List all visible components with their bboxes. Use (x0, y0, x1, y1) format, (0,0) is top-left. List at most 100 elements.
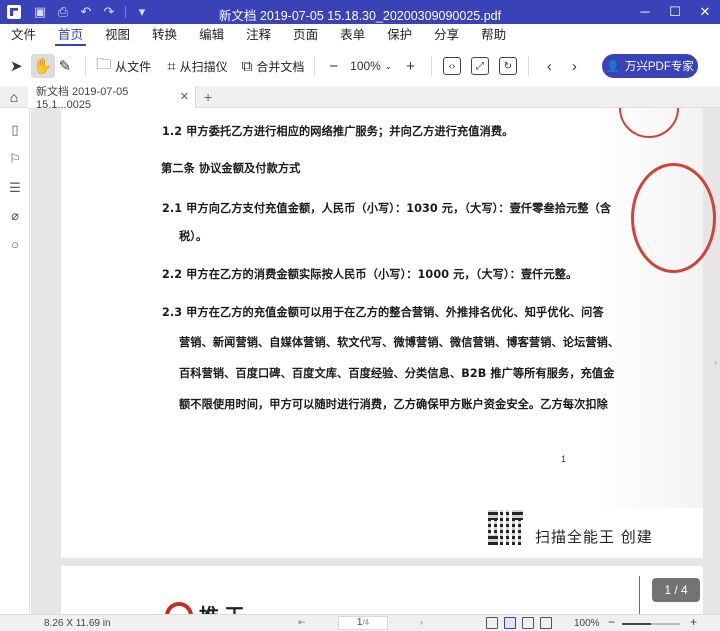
document-tab-label: 新文档 2019-07-05 15.1...0025 (36, 85, 129, 111)
first-page-icon[interactable]: ⇤ (298, 617, 306, 628)
bookmark-icon[interactable]: ⚐ (7, 151, 23, 167)
edit-tool-button[interactable]: ✎ (55, 53, 80, 79)
window-controls: ─ ☐ ✕ (630, 0, 720, 24)
continuous-view-icon[interactable] (504, 617, 516, 629)
qr-code-pattern (488, 510, 523, 545)
zoom-value: 100% (350, 59, 381, 73)
folder-add-icon: 🗀 (96, 55, 112, 73)
brand-button-label: 万兴PDF专家 (624, 61, 694, 73)
status-zoom-in-icon[interactable]: + (690, 615, 697, 629)
page-footer-number: 1 (561, 454, 567, 464)
toolbar-scroll-right[interactable]: › (568, 53, 585, 79)
merge-icon: ⧉ (241, 57, 253, 75)
toolbar-divider (85, 56, 87, 76)
maximize-icon[interactable]: ☐ (660, 0, 690, 24)
merge-label: 合并文档 (256, 59, 305, 74)
fit-page-icon[interactable]: ⤢ (470, 57, 489, 75)
toolbar-divider (430, 56, 432, 76)
page-number-input[interactable]: 1/4 (338, 616, 388, 630)
from-scanner-button[interactable]: ⌗ 从扫描仪 (163, 53, 231, 79)
left-sidebar: ▯ ⚐ ☰ ⌀ ○ › (0, 108, 36, 614)
document-tab-bar: ⌂ 新文档 2019-07-05 15.1...0025 ✕ + (0, 85, 720, 111)
new-tab-icon[interactable]: + (204, 89, 212, 105)
red-seal-stamp (631, 163, 716, 273)
two-page-continuous-view-icon[interactable] (540, 617, 552, 629)
zoom-out-button[interactable]: − (321, 53, 346, 79)
pdf-page-1: 1.2 甲方委托乙方进行相应的网络推广服务；并向乙方进行充值消费。 第二条 协议… (61, 108, 716, 558)
ribbon-toolbar: ➤ ✋ ✎ 🗀 从文件 ⌗ 从扫描仪 ⧉ 合并文档 − 100% ⌄ + ‹› … (0, 46, 720, 86)
edit-pen-icon: ✎ (58, 58, 72, 75)
doc-line: 税）。 (179, 230, 208, 243)
close-icon[interactable]: ✕ (690, 0, 720, 24)
doc-line: 2.2 甲方在乙方的消费金额实际按人民币（小写）：1000 元，（大写）：壹仟元… (162, 268, 578, 281)
rotate-icon[interactable]: ↻ (498, 57, 517, 75)
merge-documents-button[interactable]: ⧉ 合并文档 (238, 53, 309, 79)
comments-icon[interactable]: ☰ (7, 180, 23, 196)
menu-page[interactable]: 页面 (282, 24, 329, 46)
hand-tool-button[interactable]: ✋ (30, 54, 55, 78)
doc-line: 1.2 甲方委托乙方进行相应的网络推广服务；并向乙方进行充值消费。 (162, 125, 514, 138)
from-scanner-label: 从扫描仪 (179, 59, 228, 74)
page2-red-line (639, 576, 640, 614)
menu-help[interactable]: 帮助 (470, 24, 517, 46)
menu-comment[interactable]: 注释 (235, 24, 282, 46)
doc-line: 2.1 甲方向乙方支付充值金额，人民币（小写）：1030 元，（大写）：壹仟零叁… (162, 202, 612, 215)
user-icon: 👤 (606, 60, 620, 73)
zoom-in-button[interactable]: + (396, 53, 425, 79)
document-tab[interactable]: 新文档 2019-07-05 15.1...0025 ✕ (28, 85, 196, 111)
single-page-view-icon[interactable] (486, 617, 498, 629)
select-tool-button[interactable]: ➤ (6, 53, 31, 79)
menu-form[interactable]: 表单 (329, 24, 376, 46)
menu-home[interactable]: 首页 (47, 24, 94, 46)
from-file-button[interactable]: 🗀 从文件 (92, 53, 155, 79)
menu-file[interactable]: 文件 (0, 24, 47, 46)
fit-width-icon[interactable]: ‹› (442, 57, 461, 75)
doc-line: 百科营销、百度口碑、百度文库、百度经验、分类信息、B2B 推广等所有服务，充值金 (179, 367, 615, 380)
hand-icon: ✋ (33, 58, 52, 75)
menu-protect[interactable]: 保护 (376, 24, 423, 46)
toolbar-divider (527, 56, 529, 76)
zoom-slider-fill (622, 623, 651, 625)
zoom-select[interactable]: 100% ⌄ (346, 56, 396, 76)
scanner-icon: ⌗ (167, 57, 176, 75)
home-icon[interactable]: ⌂ (0, 89, 28, 105)
doc-line: 额不限使用时间，甲方可以随时进行消费，乙方确保甲方账户资金安全。乙方每次扣除 (179, 398, 608, 411)
two-page-view-icon[interactable] (522, 617, 534, 629)
cursor-arrow-icon: ➤ (10, 58, 23, 75)
page-indicator-badge: 1 / 4 (652, 578, 700, 602)
attachment-icon[interactable]: ⌀ (7, 208, 23, 224)
thumbnails-icon[interactable]: ▯ (7, 122, 23, 138)
menu-edit[interactable]: 编辑 (188, 24, 235, 46)
chevron-right-icon: › (571, 57, 577, 75)
chevron-left-icon: ‹ (546, 57, 552, 75)
next-page-icon[interactable]: › (420, 617, 423, 627)
status-zoom-value[interactable]: 100% (574, 618, 600, 629)
chevron-down-icon: ⌄ (384, 60, 393, 71)
status-bar: 8.26 X 11.69 in ⇤ 1/4 › 100% − + (0, 614, 720, 631)
from-file-label: 从文件 (115, 59, 152, 74)
doc-line: 营销、新闻营销、自媒体营销、软文代写、微博营销、微信营销、博客营销、论坛营销、 (179, 336, 620, 349)
close-tab-icon[interactable]: ✕ (180, 90, 189, 103)
page-dimensions: 8.26 X 11.69 in (44, 618, 111, 629)
toolbar-scroll-left[interactable]: ‹ (543, 53, 560, 79)
minimize-icon[interactable]: ─ (630, 0, 660, 24)
status-zoom-out-icon[interactable]: − (608, 615, 615, 629)
minus-icon: − (329, 57, 339, 75)
window-title: 新文档 2019-07-05 15.18.30_20200309090025.p… (218, 9, 502, 23)
right-panel-expand-icon[interactable]: ‹ (714, 358, 717, 367)
toolbar-divider (314, 56, 316, 76)
document-viewport[interactable]: 1.2 甲方委托乙方进行相应的网络推广服务；并向乙方进行充值消费。 第二条 协议… (31, 108, 720, 614)
menu-share[interactable]: 分享 (423, 24, 470, 46)
menu-convert[interactable]: 转换 (141, 24, 188, 46)
doc-heading: 第二条 协议金额及付款方式 (161, 162, 301, 175)
menu-view[interactable]: 视图 (94, 24, 141, 46)
zoom-slider[interactable] (622, 623, 680, 625)
view-mode-switcher (486, 617, 552, 629)
page2-heading: 推 王 (199, 600, 245, 614)
search-icon[interactable]: ○ (7, 237, 23, 253)
pdf-page-2: 推 王 (61, 566, 703, 614)
menu-bar: 文件 首页 视图 转换 编辑 注释 页面 表单 保护 分享 帮助 (0, 24, 720, 46)
doc-line: 2.3 甲方在乙方的充值金额可以用于在乙方的整合营销、外推排名优化、知乎优化、问… (162, 306, 604, 319)
wondershare-pdf-button[interactable]: 👤 万兴PDF专家 (602, 54, 698, 78)
scan-watermark: 扫描全能王 创建 (535, 528, 653, 546)
